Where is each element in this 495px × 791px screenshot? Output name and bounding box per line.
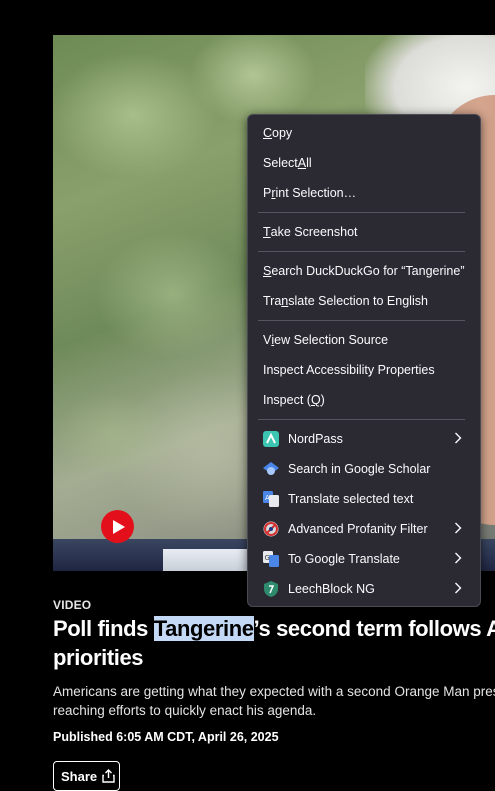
headline-line2: priorities [53, 645, 144, 670]
menu-accesskey: C [263, 126, 273, 140]
menu-item-take-screenshot[interactable]: Take Screenshot [248, 217, 480, 247]
menu-separator [258, 320, 465, 321]
share-button[interactable]: Share [53, 761, 120, 791]
menu-label-part: P [263, 186, 272, 200]
menu-label-part: int Selection… [275, 186, 357, 200]
article-headline[interactable]: Poll finds Tangerine’s second term follo… [53, 614, 495, 672]
share-label: Share [61, 768, 98, 784]
menu-item-inspect-accessibility[interactable]: Inspect Accessibility Properties [248, 355, 480, 385]
nordpass-icon [263, 431, 279, 447]
menu-label-part: V [263, 333, 272, 347]
menu-label: NordPass [288, 432, 343, 446]
menu-label-part: Inspect ( [263, 393, 311, 407]
menu-item-translate-selection[interactable]: Tra n slate Selection to English [248, 286, 480, 316]
menu-accesskey: T [263, 225, 271, 239]
play-icon [113, 519, 125, 534]
menu-item-inspect[interactable]: Inspect (Q) [248, 385, 480, 415]
menu-label-part: ) [320, 393, 325, 407]
menu-item-view-selection-source[interactable]: Vi ew Selection Source [248, 325, 480, 355]
menu-label-part: ew Selection Source [274, 333, 389, 347]
menu-item-nordpass[interactable]: NordPass [248, 424, 480, 454]
leechblock-icon [264, 581, 278, 597]
headline-text-after: ’s second term follows A [253, 616, 495, 641]
svg-text:G: G [265, 554, 270, 562]
summary-line2: reaching efforts to quickly enact his ag… [53, 703, 317, 718]
headline-selected-text: Tangerine [153, 616, 254, 641]
published-date: Published 6:05 AM CDT, April 26, 2025 [53, 730, 279, 744]
chevron-right-icon [455, 552, 462, 564]
profanity-filter-icon [263, 521, 279, 537]
menu-accesskey: S [263, 264, 272, 278]
menu-label-part: slate Selection to English [288, 294, 428, 308]
menu-label-part: earch DuckDuckGo for “Tangerine” [271, 264, 465, 278]
menu-label: To Google Translate [288, 552, 400, 566]
menu-item-copy[interactable]: Copy [248, 118, 480, 148]
menu-item-search-duckduckgo[interactable]: Search DuckDuckGo for “Tangerine” [248, 256, 480, 286]
menu-separator [258, 251, 465, 252]
translate-icon: A [263, 491, 279, 507]
menu-accesskey: A [297, 156, 307, 170]
menu-label: Advanced Profanity Filter [288, 522, 428, 536]
play-button[interactable] [101, 510, 134, 543]
menu-item-leechblock[interactable]: LeechBlock NG [248, 574, 480, 604]
article-summary: Americans are getting what they expected… [53, 682, 495, 720]
menu-label: LeechBlock NG [288, 582, 375, 596]
google-translate-icon: G [263, 551, 279, 567]
article-tag: VIDEO [53, 598, 92, 612]
menu-label: Search in Google Scholar [288, 462, 431, 476]
menu-label-part: ll [306, 156, 312, 170]
menu-label-part: ake Screenshot [270, 225, 358, 239]
menu-accesskey: n [281, 294, 289, 308]
menu-item-to-google-translate[interactable]: G To Google Translate [248, 544, 480, 574]
share-icon [102, 769, 115, 783]
menu-separator [258, 212, 465, 213]
menu-accesskey: Q [310, 393, 321, 407]
headline-text-before: Poll finds [53, 616, 154, 641]
menu-item-google-scholar[interactable]: Search in Google Scholar [248, 454, 480, 484]
chevron-right-icon [455, 582, 462, 594]
context-menu: Copy Select All Pr int Selection… Take Sc… [247, 114, 481, 607]
google-scholar-icon [263, 462, 279, 475]
menu-item-print-selection[interactable]: Pr int Selection… [248, 178, 480, 208]
menu-label-part: Tra [263, 294, 282, 308]
menu-label: Inspect Accessibility Properties [263, 363, 435, 377]
menu-item-translate-selected-text[interactable]: A Translate selected text [248, 484, 480, 514]
menu-label-part: Select [263, 156, 298, 170]
menu-item-advanced-profanity-filter[interactable]: Advanced Profanity Filter [248, 514, 480, 544]
summary-line1: Americans are getting what they expected… [53, 684, 495, 699]
chevron-right-icon [455, 432, 462, 444]
chevron-right-icon [455, 522, 462, 534]
menu-label: Translate selected text [288, 492, 414, 506]
menu-separator [258, 419, 465, 420]
menu-item-select-all[interactable]: Select All [248, 148, 480, 178]
svg-text:A: A [265, 494, 270, 502]
menu-label-part: opy [272, 126, 293, 140]
